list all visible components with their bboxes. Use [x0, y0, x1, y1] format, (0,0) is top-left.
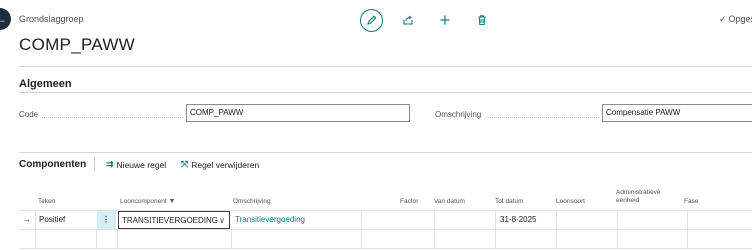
code-field[interactable]: COMP_PAWW [186, 104, 410, 122]
cell-description[interactable]: Transitievergoeding [232, 211, 362, 229]
section-title-general[interactable]: Algemeen [19, 78, 72, 90]
back-button[interactable]: ← [0, 8, 11, 30]
leader-dots [42, 117, 183, 118]
divider [19, 92, 752, 93]
column-header-pay-component[interactable]: Looncomponent ▼ [120, 198, 175, 206]
row-actions-button[interactable]: ⋮ [97, 211, 116, 229]
plus-icon [440, 15, 450, 25]
cell-pay-component[interactable] [118, 230, 232, 248]
cell-from-date[interactable] [435, 230, 496, 248]
cell-from-date[interactable] [435, 211, 496, 229]
column-header-admin-unit[interactable]: Administratieve eenheid [616, 189, 660, 205]
column-header-description[interactable]: Omschrijving [233, 198, 271, 206]
cell-admin-unit[interactable] [618, 211, 688, 229]
row-selected-arrow-icon: → [19, 211, 36, 229]
share-icon [403, 15, 413, 25]
column-header-line: eenheid [616, 197, 640, 204]
share-button[interactable] [396, 8, 420, 32]
divider [94, 157, 95, 171]
row-actions-button[interactable] [97, 230, 118, 248]
column-header-line: Administratieve [616, 189, 661, 196]
cell-pay-component-value: TRANSITIEVERGOEDING [122, 216, 219, 225]
cell-sign[interactable] [36, 230, 97, 248]
divider [19, 66, 752, 67]
page-caption: Grondslaggroep [19, 14, 84, 24]
cell-pay-type[interactable] [557, 230, 618, 248]
cell-to-date[interactable]: 31-8-2025 [496, 211, 557, 229]
code-label: Code [19, 110, 39, 119]
cell-phase[interactable] [688, 230, 752, 248]
filter-icon: ▼ [168, 198, 176, 205]
divider [19, 152, 752, 153]
new-line-button[interactable]: ⇉ Nieuwe regel [106, 159, 166, 170]
cell-phase[interactable] [688, 211, 752, 229]
cell-pay-type[interactable] [557, 211, 618, 229]
row-handle [19, 230, 36, 248]
trash-icon [478, 15, 486, 25]
column-header-sign[interactable]: Teken [38, 198, 55, 206]
table-row[interactable]: → Positief ⋮ TRANSITIEVERGOEDING ∨ Trans… [19, 211, 752, 229]
components-title[interactable]: Componenten [19, 159, 86, 170]
column-header-to-date[interactable]: Tot datum [495, 198, 524, 206]
column-header-label: Looncomponent [120, 198, 167, 205]
saved-status-label: Opgeslagen [728, 14, 752, 24]
description-field[interactable]: Compensatie PAWW [602, 104, 752, 122]
cell-to-date[interactable] [496, 230, 557, 248]
new-line-icon: ⇉ [106, 159, 114, 169]
page-title: COMP_PAWW [19, 35, 136, 54]
checkmark-icon: ✓ [719, 14, 727, 24]
delete-line-button[interactable]: ⤧ Regel verwijderen [181, 159, 259, 170]
delete-line-label: Regel verwijderen [191, 159, 260, 170]
leader-dots [486, 117, 599, 118]
cell-pay-component[interactable]: TRANSITIEVERGOEDING ∨ [118, 211, 230, 229]
delete-line-icon: ⤧ [181, 159, 189, 169]
column-header-factor[interactable]: Factor [400, 198, 418, 206]
delete-button[interactable] [470, 8, 494, 32]
cell-description-link[interactable]: Transitievergoeding [235, 215, 305, 224]
new-line-label: Nieuwe regel [116, 159, 167, 170]
action-bar [360, 8, 494, 32]
description-label: Omschrijving [435, 110, 482, 119]
cell-admin-unit[interactable] [618, 230, 688, 248]
column-header-pay-type[interactable]: Loonsoort [556, 198, 585, 206]
saved-status: ✓Opgeslagen [719, 14, 752, 25]
new-button[interactable] [433, 8, 457, 32]
edit-button[interactable] [360, 8, 383, 32]
chevron-down-icon[interactable]: ∨ [219, 212, 225, 228]
column-header-from-date[interactable]: Van datum [434, 198, 465, 206]
cell-factor[interactable] [362, 230, 435, 248]
pencil-icon [366, 15, 377, 25]
column-header-phase[interactable]: Fase [684, 198, 698, 206]
grid-line [19, 248, 752, 249]
table-row[interactable] [19, 230, 752, 248]
cell-description[interactable] [232, 230, 362, 248]
cell-factor[interactable] [362, 211, 435, 229]
